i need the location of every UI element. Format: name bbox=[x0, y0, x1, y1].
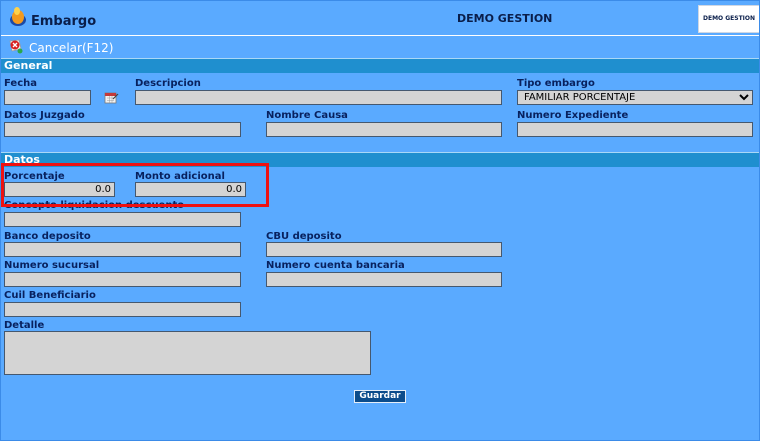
concepto-label: Concepto liquidacion descuento bbox=[4, 200, 185, 211]
save-button[interactable]: Guardar bbox=[354, 390, 406, 403]
monto-adicional-input[interactable] bbox=[135, 182, 246, 197]
numero-sucursal-label: Numero sucursal bbox=[4, 260, 100, 271]
toolbar: Cancelar(F12) bbox=[1, 36, 759, 58]
descripcion-label: Descripcion bbox=[135, 78, 201, 89]
window-title: Embargo bbox=[31, 14, 97, 29]
company-logo: DEMO GESTION bbox=[698, 5, 759, 33]
cancel-button[interactable]: Cancelar(F12) bbox=[29, 41, 113, 55]
nombre-causa-input[interactable] bbox=[266, 122, 502, 137]
section-general-title: General bbox=[4, 59, 53, 72]
numero-expediente-label: Numero Expediente bbox=[517, 110, 629, 121]
detalle-textarea[interactable] bbox=[4, 331, 371, 375]
tipo-embargo-select[interactable]: FAMILIAR PORCENTAJE bbox=[517, 90, 753, 105]
embargo-window: Embargo DEMO GESTION DEMO GESTION Cancel… bbox=[0, 0, 760, 441]
cuil-beneficiario-input[interactable] bbox=[4, 302, 241, 317]
numero-expediente-input[interactable] bbox=[517, 122, 753, 137]
company-name: DEMO GESTION bbox=[457, 12, 553, 25]
section-datos-title: Datos bbox=[4, 153, 40, 166]
datos-juzgado-label: Datos Juzgado bbox=[4, 110, 85, 121]
descripcion-input[interactable] bbox=[135, 90, 502, 105]
tipo-embargo-label: Tipo embargo bbox=[517, 78, 595, 89]
cbu-deposito-input[interactable] bbox=[266, 242, 502, 257]
calendar-icon[interactable] bbox=[103, 90, 119, 105]
coins-icon bbox=[10, 7, 26, 26]
section-general: General bbox=[1, 58, 759, 73]
title-bar: Embargo DEMO GESTION DEMO GESTION bbox=[1, 1, 759, 36]
porcentaje-input[interactable] bbox=[4, 182, 115, 197]
fecha-label: Fecha bbox=[4, 78, 38, 89]
banco-deposito-input[interactable] bbox=[4, 242, 241, 257]
fecha-input[interactable] bbox=[4, 90, 91, 105]
concepto-input[interactable] bbox=[4, 212, 241, 227]
numero-cuenta-label: Numero cuenta bancaria bbox=[266, 260, 405, 271]
datos-juzgado-input[interactable] bbox=[4, 122, 241, 137]
cancel-icon[interactable] bbox=[7, 39, 24, 55]
numero-sucursal-input[interactable] bbox=[4, 272, 241, 287]
nombre-causa-label: Nombre Causa bbox=[266, 110, 348, 121]
numero-cuenta-input[interactable] bbox=[266, 272, 502, 287]
cuil-beneficiario-label: Cuil Beneficiario bbox=[4, 290, 96, 301]
section-datos: Datos bbox=[1, 152, 759, 167]
